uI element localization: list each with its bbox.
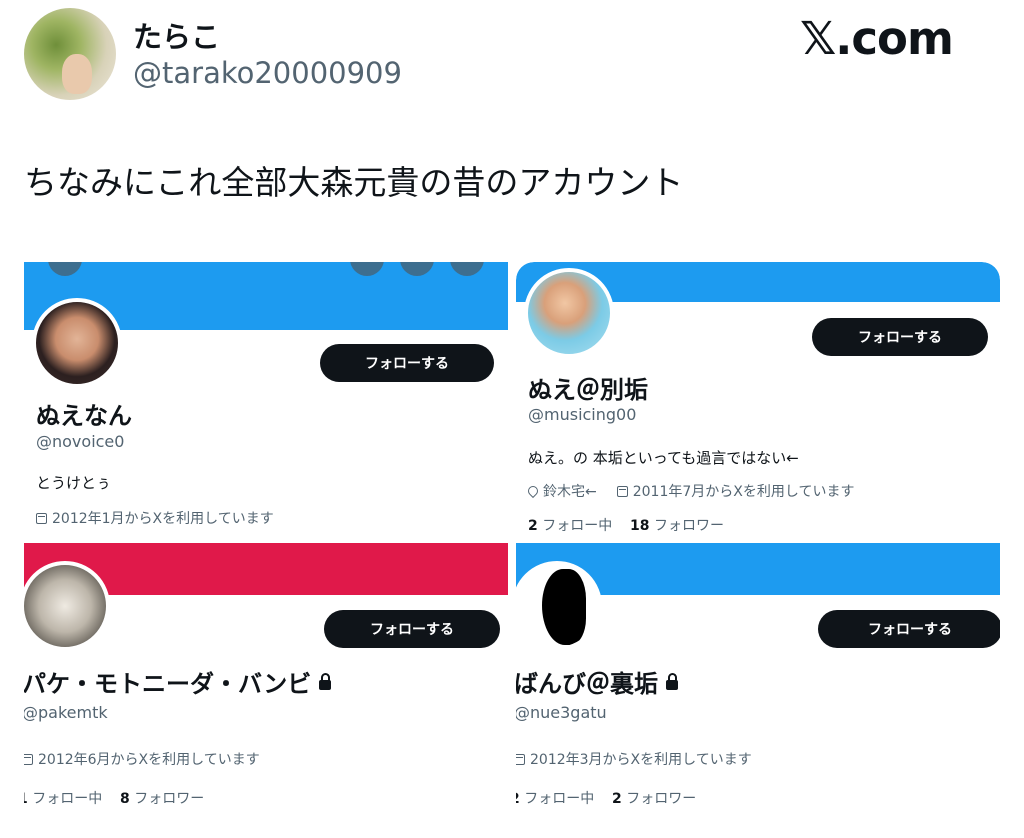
profile-name: パケ・モトニーダ・バンビ <box>24 664 332 699</box>
following-link[interactable]: 2 フォロー中 <box>516 791 594 807</box>
calendar-icon <box>516 753 525 765</box>
profile-handle: @novoice0 <box>36 432 125 451</box>
follow-button[interactable]: フォローする <box>320 344 494 382</box>
calendar-icon <box>616 485 628 497</box>
profile-card: フォローする ぬえなん @novoice0 とうけとぅ 2012年1月からXを利… <box>24 262 508 538</box>
profile-card: フォローする ぬえ＠別垢 @musicing00 ぬえ。の 本垢といっても過言で… <box>516 262 1000 538</box>
profile-name: ぬえなん <box>36 402 132 430</box>
follow-button[interactable]: フォローする <box>818 610 1000 648</box>
silhouette-image <box>542 569 586 645</box>
following-link[interactable]: 2 フォロー中 <box>528 518 612 534</box>
profile-bio: ぬえ。の 本垢といっても過言ではない← <box>528 449 799 467</box>
profile-name-text: ばんび＠裏垢 <box>516 670 658 698</box>
joined-text: 2011年7月からXを利用しています <box>632 484 855 500</box>
follow-counts: 1 フォロー中 8 フォロワー <box>24 788 204 808</box>
following-link[interactable]: 1 フォロー中 <box>24 791 102 807</box>
tweet-text: ちなみにこれ全部大森元貴の昔のアカウント <box>24 163 684 202</box>
follow-button[interactable]: フォローする <box>324 610 500 648</box>
location-text: 鈴木宅← <box>543 484 597 500</box>
profile-meta: 鈴木宅← 2011年7月からXを利用しています <box>525 481 855 501</box>
followers-link[interactable]: 18 フォロワー <box>630 518 724 534</box>
profile-card: フォローする ばんび＠裏垢 @nue3gatu 2012年3月からXを利用してい… <box>516 543 1000 838</box>
follow-counts: 2 フォロー中 2 フォロワー <box>516 788 696 808</box>
follow-counts: 2 フォロー中 18 フォロワー <box>528 515 724 535</box>
follow-button[interactable]: フォローする <box>812 318 988 356</box>
profile-bio: とうけとぅ <box>36 474 112 492</box>
author-handle[interactable]: @tarako20000909 <box>133 56 402 90</box>
joined-date: 2012年6月からXを利用しています <box>24 749 260 769</box>
profile-handle: @nue3gatu <box>516 703 607 722</box>
profile-avatar[interactable] <box>24 561 110 651</box>
joined-date: 2012年3月からXを利用しています <box>516 749 752 769</box>
brand-logo: 𝕏.com <box>800 12 954 65</box>
joined-text: 2012年3月からXを利用しています <box>530 752 752 768</box>
profile-card: フォローする パケ・モトニーダ・バンビ @pakemtk 2012年6月からXを… <box>24 543 508 838</box>
location-icon <box>525 483 541 499</box>
profile-name: ぬえ＠別垢 <box>528 376 648 404</box>
calendar-icon <box>24 753 33 765</box>
profile-name-text: パケ・モトニーダ・バンビ <box>24 670 312 698</box>
profile-avatar[interactable] <box>32 298 122 388</box>
followers-link[interactable]: 8 フォロワー <box>120 791 204 807</box>
followers-link[interactable]: 2 フォロワー <box>612 791 696 807</box>
lock-icon <box>666 673 678 690</box>
lock-icon <box>319 673 332 690</box>
author-display-name[interactable]: たらこ <box>133 14 220 56</box>
calendar-icon <box>36 512 47 524</box>
author-avatar[interactable] <box>24 8 116 100</box>
joined-text: 2012年1月からXを利用しています <box>52 511 274 527</box>
joined-date: 2012年1月からXを利用しています <box>36 508 274 528</box>
profile-handle: @pakemtk <box>24 703 108 722</box>
profile-avatar[interactable] <box>524 268 614 358</box>
joined-text: 2012年6月からXを利用しています <box>38 752 260 768</box>
profile-name: ばんび＠裏垢 <box>516 664 678 699</box>
profile-handle: @musicing00 <box>528 405 637 424</box>
profile-avatar[interactable] <box>516 561 602 651</box>
